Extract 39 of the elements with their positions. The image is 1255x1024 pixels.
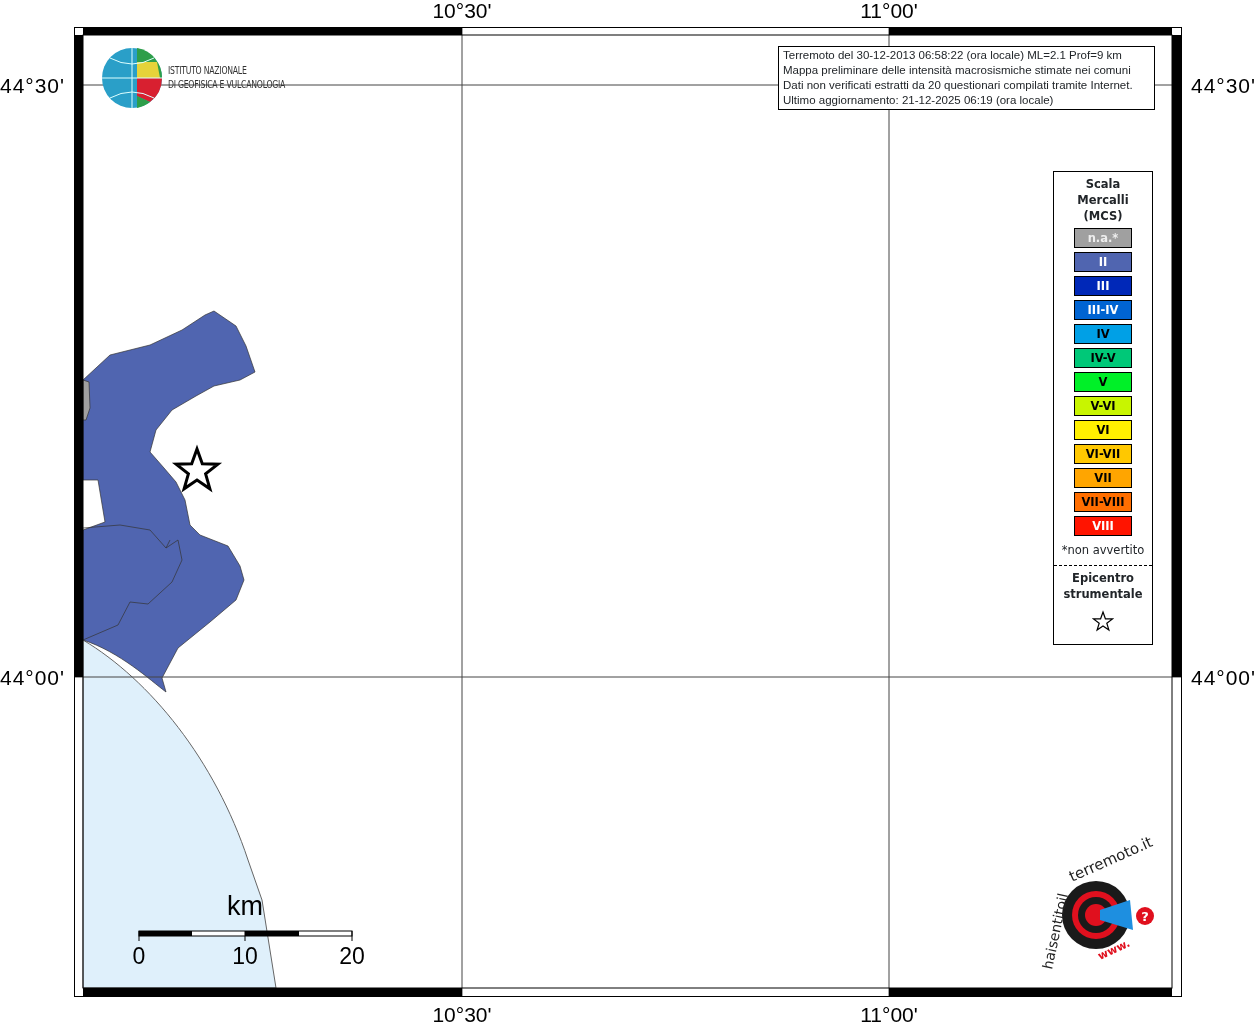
legend-note: *non avvertito <box>1060 542 1146 559</box>
intensity-swatch: VI <box>1074 420 1132 440</box>
intensity-swatch: VIII <box>1074 516 1132 536</box>
info-line: Dati non verificati estratti da 20 questionari compilati tramite Internet. <box>783 78 1134 93</box>
globe-logo-icon <box>101 47 163 109</box>
epicenter-star-icon <box>171 444 223 493</box>
intensity-swatch: III-IV <box>1074 300 1132 320</box>
epicenter-label: Epicentro strumentale <box>1062 570 1144 603</box>
intensity-swatch: VI-VII <box>1074 444 1132 464</box>
latitude-label: 44°00' <box>0 666 64 689</box>
intensity-swatch: VII <box>1074 468 1132 488</box>
intensity-swatch: n.a.* <box>1074 228 1132 248</box>
star-icon <box>1092 610 1114 633</box>
scale-tick-label: 20 <box>339 943 365 969</box>
latitude-label: 44°30' <box>1191 74 1255 97</box>
longitude-label: 10°30' <box>432 1003 492 1024</box>
intensity-swatch: VII-VIII <box>1074 492 1132 512</box>
scale-unit-label: km <box>227 891 263 921</box>
intensity-swatch: II <box>1074 252 1132 272</box>
longitude-label: 11°00' <box>860 1003 918 1024</box>
badge-www-text: www. <box>1095 936 1133 963</box>
intensity-swatch: III <box>1074 276 1132 296</box>
intensity-swatch: IV <box>1074 324 1132 344</box>
intensity-swatch: IV-V <box>1074 348 1132 368</box>
info-line: Ultimo aggiornamento: 21-12-2025 06:19 (ora locale) <box>783 93 1055 108</box>
info-line: Terremoto del 30-12-2013 06:58:22 (ora locale) ML=2.1 Prof=9 km <box>783 48 1123 63</box>
latitude-label: 44°30' <box>0 74 64 97</box>
legend-title: Scala Mercalli (MCS) <box>1076 176 1130 224</box>
scale-tick-label: 10 <box>232 943 258 969</box>
longitude-label: 11°00' <box>860 0 918 22</box>
question-mark-text: ? <box>1141 909 1149 924</box>
intensity-swatch: V-VI <box>1074 396 1132 416</box>
latitude-label: 44°00' <box>1191 666 1255 689</box>
intensity-swatch: V <box>1074 372 1132 392</box>
scale-tick-label: 0 <box>132 943 146 969</box>
info-line: Mappa preliminare delle intensità macrosismiche stimate nei comuni <box>783 63 1132 78</box>
institute-name: ISTITUTO NAZIONALE <box>168 63 248 77</box>
longitude-label: 10°30' <box>432 0 492 22</box>
institute-name: DI GEOFISICA E VULCANOLOGIA <box>168 77 286 91</box>
